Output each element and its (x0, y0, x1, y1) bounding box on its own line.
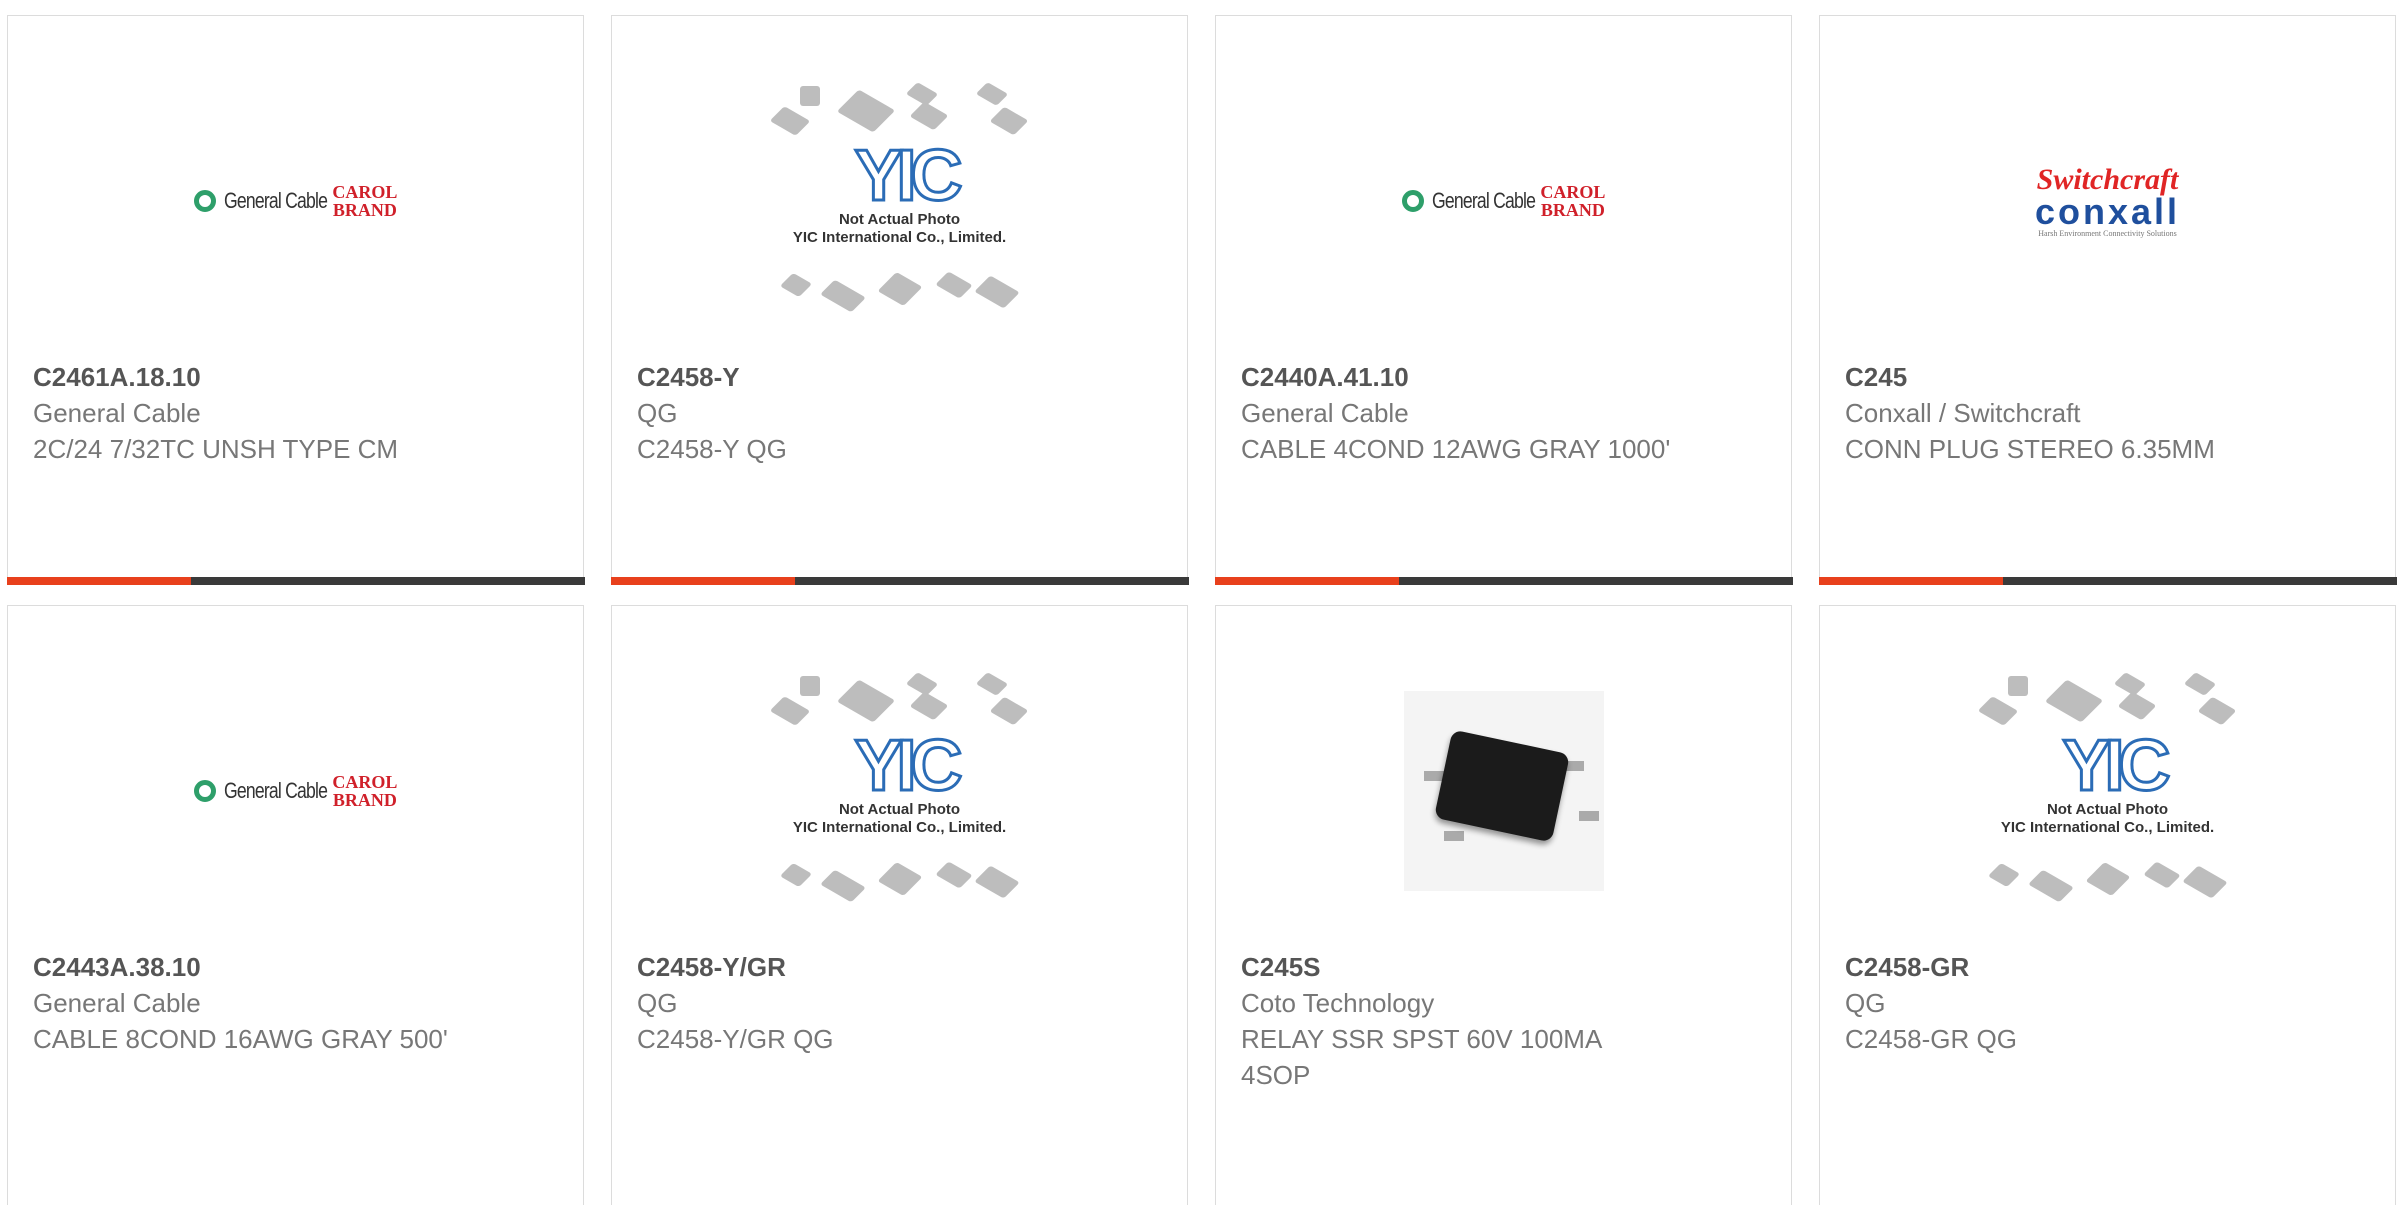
manufacturer: QG (637, 398, 678, 428)
product-card[interactable]: General Cable CAROL BRAND C2461A.18.10 Ge… (6, 15, 585, 585)
manufacturer: QG (637, 988, 678, 1018)
general-cable-mark-icon (1401, 190, 1424, 212)
general-cable-logo: General Cable CAROL BRAND (1401, 182, 1606, 220)
not-actual-photo-note: Not Actual Photo YIC International Co., L… (2000, 801, 2215, 836)
description: CABLE 8COND 16AWG GRAY 500' (33, 1024, 448, 1054)
relay-photo (1403, 691, 1604, 891)
part-number[interactable]: C2458-Y/GR (637, 949, 1167, 985)
product-card[interactable]: General Cable CAROL BRAND C2443A.38.10 Ge… (7, 605, 584, 1205)
not-actual-photo-note: Not Actual Photo YIC International Co., L… (792, 211, 1007, 246)
general-cable-logo: General Cable CAROL BRAND (193, 772, 398, 810)
description: CABLE 4COND 12AWG GRAY 1000' (1241, 434, 1671, 464)
description: C2458-Y/GR QG (637, 1024, 834, 1054)
manufacturer: Conxall / Switchcraft (1845, 398, 2081, 428)
product-image[interactable]: YIC Not Actual Photo YIC International Co… (1820, 646, 2395, 936)
product-image[interactable]: General Cable CAROL BRAND (1216, 56, 1791, 346)
manufacturer: General Cable (1241, 398, 1409, 428)
part-number[interactable]: C2440A.41.10 (1241, 359, 1771, 395)
product-card[interactable]: Switchcraft conxall Harsh Environment Co… (1818, 15, 2397, 585)
card-bottom-bar (610, 577, 1189, 585)
part-number[interactable]: C245S (1241, 949, 1771, 985)
product-card[interactable]: YIC Not Actual Photo YIC International Co… (611, 605, 1188, 1205)
general-cable-logo: General Cable CAROL BRAND (193, 182, 398, 220)
product-card[interactable]: General Cable CAROL BRAND C2440A.41.10 Ge… (1214, 15, 1793, 585)
manufacturer: Coto Technology (1241, 988, 1435, 1018)
manufacturer: General Cable (33, 398, 201, 428)
card-bottom-bar (1214, 577, 1793, 585)
carol-brand-logo: CAROL BRAND (332, 772, 398, 810)
part-number[interactable]: C245 (1845, 359, 2375, 395)
product-card[interactable]: YIC Not Actual Photo YIC International Co… (1819, 605, 2396, 1205)
manufacturer: QG (1845, 988, 1886, 1018)
manufacturer: General Cable (33, 988, 201, 1018)
product-image[interactable]: General Cable CAROL BRAND (8, 56, 583, 346)
card-bottom-bar (6, 577, 585, 585)
carol-brand-logo: CAROL BRAND (1540, 182, 1606, 220)
yic-placeholder-image: YIC Not Actual Photo YIC International Co… (1973, 671, 2243, 911)
yic-placeholder-image: YIC Not Actual Photo YIC International Co… (765, 81, 1035, 321)
part-number[interactable]: C2458-Y (637, 359, 1167, 395)
card-bottom-bar (1818, 577, 2397, 585)
product-image[interactable]: General Cable CAROL BRAND (8, 646, 583, 936)
product-card[interactable]: YIC Not Actual Photo YIC International Co… (610, 15, 1189, 585)
yic-placeholder-image: YIC Not Actual Photo YIC International Co… (765, 671, 1035, 911)
product-image[interactable]: Switchcraft conxall Harsh Environment Co… (1820, 56, 2395, 346)
product-image[interactable]: YIC Not Actual Photo YIC International Co… (612, 646, 1187, 936)
carol-brand-logo: CAROL BRAND (332, 182, 398, 220)
general-cable-mark-icon (193, 780, 216, 802)
description: CONN PLUG STEREO 6.35MM (1845, 434, 2215, 464)
switchcraft-conxall-logo: Switchcraft conxall Harsh Environment Co… (2034, 162, 2181, 238)
product-image[interactable]: YIC Not Actual Photo YIC International Co… (612, 56, 1187, 346)
general-cable-mark-icon (193, 190, 216, 212)
description: C2458-Y QG (637, 434, 787, 464)
part-number[interactable]: C2443A.38.10 (33, 949, 563, 985)
description: RELAY SSR SPST 60V 100MA 4SOP (1241, 1024, 1601, 1090)
description: C2458-GR QG (1845, 1024, 2017, 1054)
product-image[interactable] (1216, 646, 1791, 936)
product-card[interactable]: C245S Coto Technology RELAY SSR SPST 60V… (1215, 605, 1792, 1205)
not-actual-photo-note: Not Actual Photo YIC International Co., L… (792, 801, 1007, 836)
part-number[interactable]: C2461A.18.10 (33, 359, 563, 395)
part-number[interactable]: C2458-GR (1845, 949, 2375, 985)
description: 2C/24 7/32TC UNSH TYPE CM (33, 434, 399, 464)
